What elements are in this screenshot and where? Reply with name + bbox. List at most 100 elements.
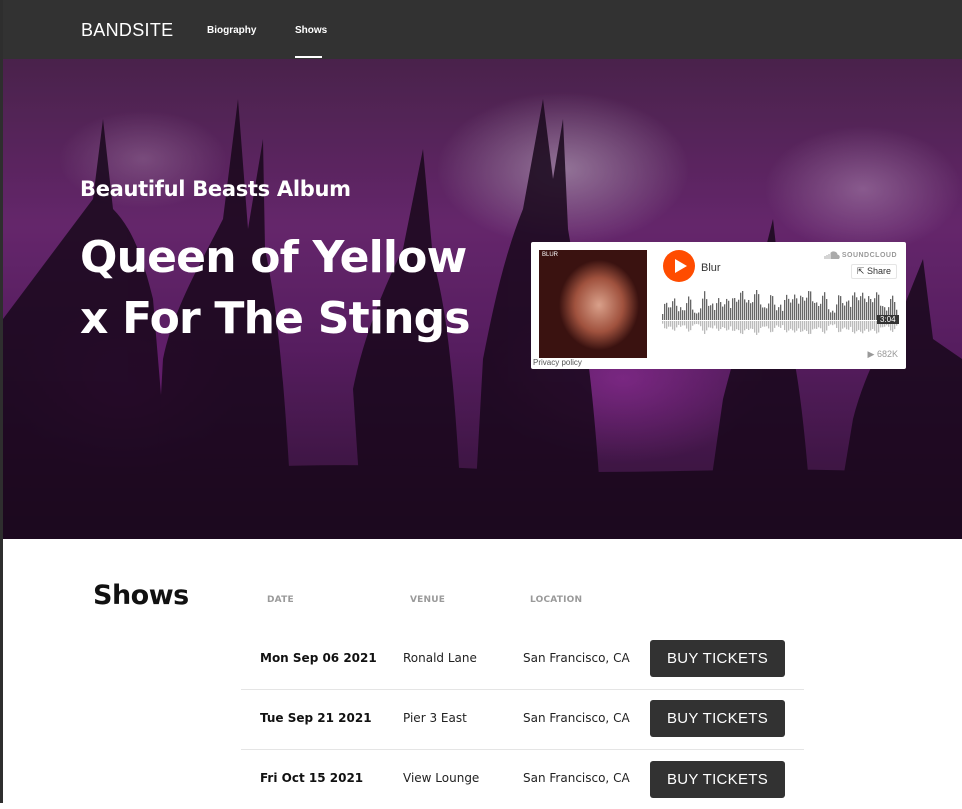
waveform-bar	[714, 309, 716, 320]
play-count-icon: ▶	[867, 349, 875, 359]
waveform-bar	[672, 301, 674, 320]
waveform-reflection	[792, 321, 794, 331]
show-row[interactable]: Tue Sep 21 2021 Pier 3 East San Francisc…	[241, 689, 804, 750]
waveform-reflection	[874, 321, 876, 331]
waveform-reflection	[850, 321, 852, 327]
waveform-bar	[718, 298, 720, 320]
waveform-reflection	[750, 321, 752, 329]
waveform-bar	[776, 310, 778, 320]
waveform-reflection	[848, 321, 850, 330]
waveform-reflection	[872, 321, 874, 330]
buy-tickets-button[interactable]: BUY TICKETS	[650, 700, 785, 737]
waveform-reflection	[688, 321, 690, 332]
waveform-bar	[872, 302, 874, 320]
waveform-bar	[712, 303, 714, 320]
waveform-reflection	[788, 321, 790, 331]
album-art[interactable]: BLUR	[539, 250, 647, 358]
waveform-bar	[750, 303, 752, 320]
waveform-bar	[794, 294, 796, 320]
waveform-reflection	[694, 321, 696, 325]
waveform-reflection	[778, 321, 780, 327]
waveform-bar	[842, 303, 844, 320]
waveform-bar	[778, 307, 780, 320]
waveform-reflection	[676, 321, 678, 328]
waveform-reflection	[854, 321, 856, 334]
waveform-reflection	[774, 321, 776, 328]
waveform-reflection	[706, 321, 708, 331]
waveform-bar	[864, 298, 866, 320]
show-row[interactable]: Mon Sep 06 2021 Ronald Lane San Francisc…	[241, 629, 804, 690]
waveform-bar	[798, 303, 800, 320]
waveform-reflection	[834, 321, 836, 325]
waveform-bar	[838, 295, 840, 320]
waveform-reflection	[826, 321, 828, 331]
waveform-reflection	[690, 321, 692, 331]
waveform-bar	[782, 310, 784, 320]
waveform-bar	[716, 303, 718, 320]
waveform-reflection	[766, 321, 768, 327]
window-frame	[0, 0, 3, 803]
waveform-reflection	[748, 321, 750, 331]
soundcloud-brand[interactable]: SOUNDCLOUD	[842, 252, 897, 259]
waveform-bar	[856, 297, 858, 320]
buy-tickets-button[interactable]: BUY TICKETS	[650, 761, 785, 798]
waveform-reflection	[730, 321, 732, 327]
waveform-bar	[868, 296, 870, 320]
show-location: San Francisco, CA	[523, 711, 630, 725]
waveform-bar	[804, 300, 806, 320]
waveform-bar	[678, 311, 680, 320]
waveform-bar	[840, 296, 842, 320]
waveform-reflection	[832, 321, 834, 326]
share-button[interactable]: ⇱ Share	[850, 264, 897, 279]
waveform-reflection	[786, 321, 788, 333]
waveform-bar	[828, 309, 830, 320]
waveform-bar	[860, 296, 862, 320]
waveform-reflection	[684, 321, 686, 326]
waveform-reflection	[760, 321, 762, 329]
nav-link-shows[interactable]: Shows	[295, 25, 327, 36]
waveform-bar	[816, 302, 818, 320]
waveform-reflection	[680, 321, 682, 327]
play-button[interactable]	[663, 250, 695, 282]
column-header-location: LOCATION	[530, 595, 583, 605]
show-date: Fri Oct 15 2021	[260, 771, 364, 785]
waveform-reflection	[668, 321, 670, 327]
site-logo[interactable]: BANDSITE	[81, 20, 173, 41]
show-row[interactable]: Fri Oct 15 2021 View Lounge San Francisc…	[241, 749, 804, 809]
column-header-date: DATE	[267, 595, 294, 605]
waveform-reflection	[836, 321, 838, 329]
show-venue: Pier 3 East	[403, 711, 467, 725]
buy-tickets-button[interactable]: BUY TICKETS	[650, 640, 785, 677]
play-count: ▶ 682K	[868, 349, 898, 360]
waveform-reflection	[664, 321, 666, 329]
waveform-reflection	[784, 321, 786, 331]
waveform-bar	[802, 297, 804, 320]
track-duration: 3:04	[877, 315, 899, 324]
show-venue: Ronald Lane	[403, 651, 477, 665]
waveform-bar	[762, 307, 764, 320]
nav-link-biography[interactable]: Biography	[207, 25, 256, 36]
waveform-reflection	[806, 321, 808, 332]
privacy-policy-link[interactable]: Privacy policy	[533, 358, 582, 367]
waveform-reflection	[682, 321, 684, 326]
waveform-reflection	[692, 321, 694, 326]
waveform-bar	[730, 308, 732, 320]
waveform-reflection	[722, 321, 724, 328]
waveform-bar	[834, 312, 836, 320]
waveform-reflection	[782, 321, 784, 326]
waveform-bar	[766, 308, 768, 320]
waveform-reflection	[768, 321, 770, 329]
waveform-bar	[704, 291, 706, 320]
waveform-reflection	[704, 321, 706, 334]
track-title[interactable]: Blur	[701, 262, 721, 274]
waveform-bar	[760, 304, 762, 320]
waveform-bar	[786, 294, 788, 320]
soundcloud-player[interactable]: BLUR Privacy policy Blur SOUNDCLOUD ⇱ Sh…	[531, 242, 906, 369]
waveform-bar	[726, 298, 728, 320]
waveform[interactable]	[662, 290, 898, 338]
share-label: Share	[866, 266, 891, 276]
waveform-reflection	[860, 321, 862, 332]
waveform-bar	[724, 304, 726, 320]
waveform-bar	[662, 314, 664, 320]
waveform-bar	[846, 301, 848, 320]
